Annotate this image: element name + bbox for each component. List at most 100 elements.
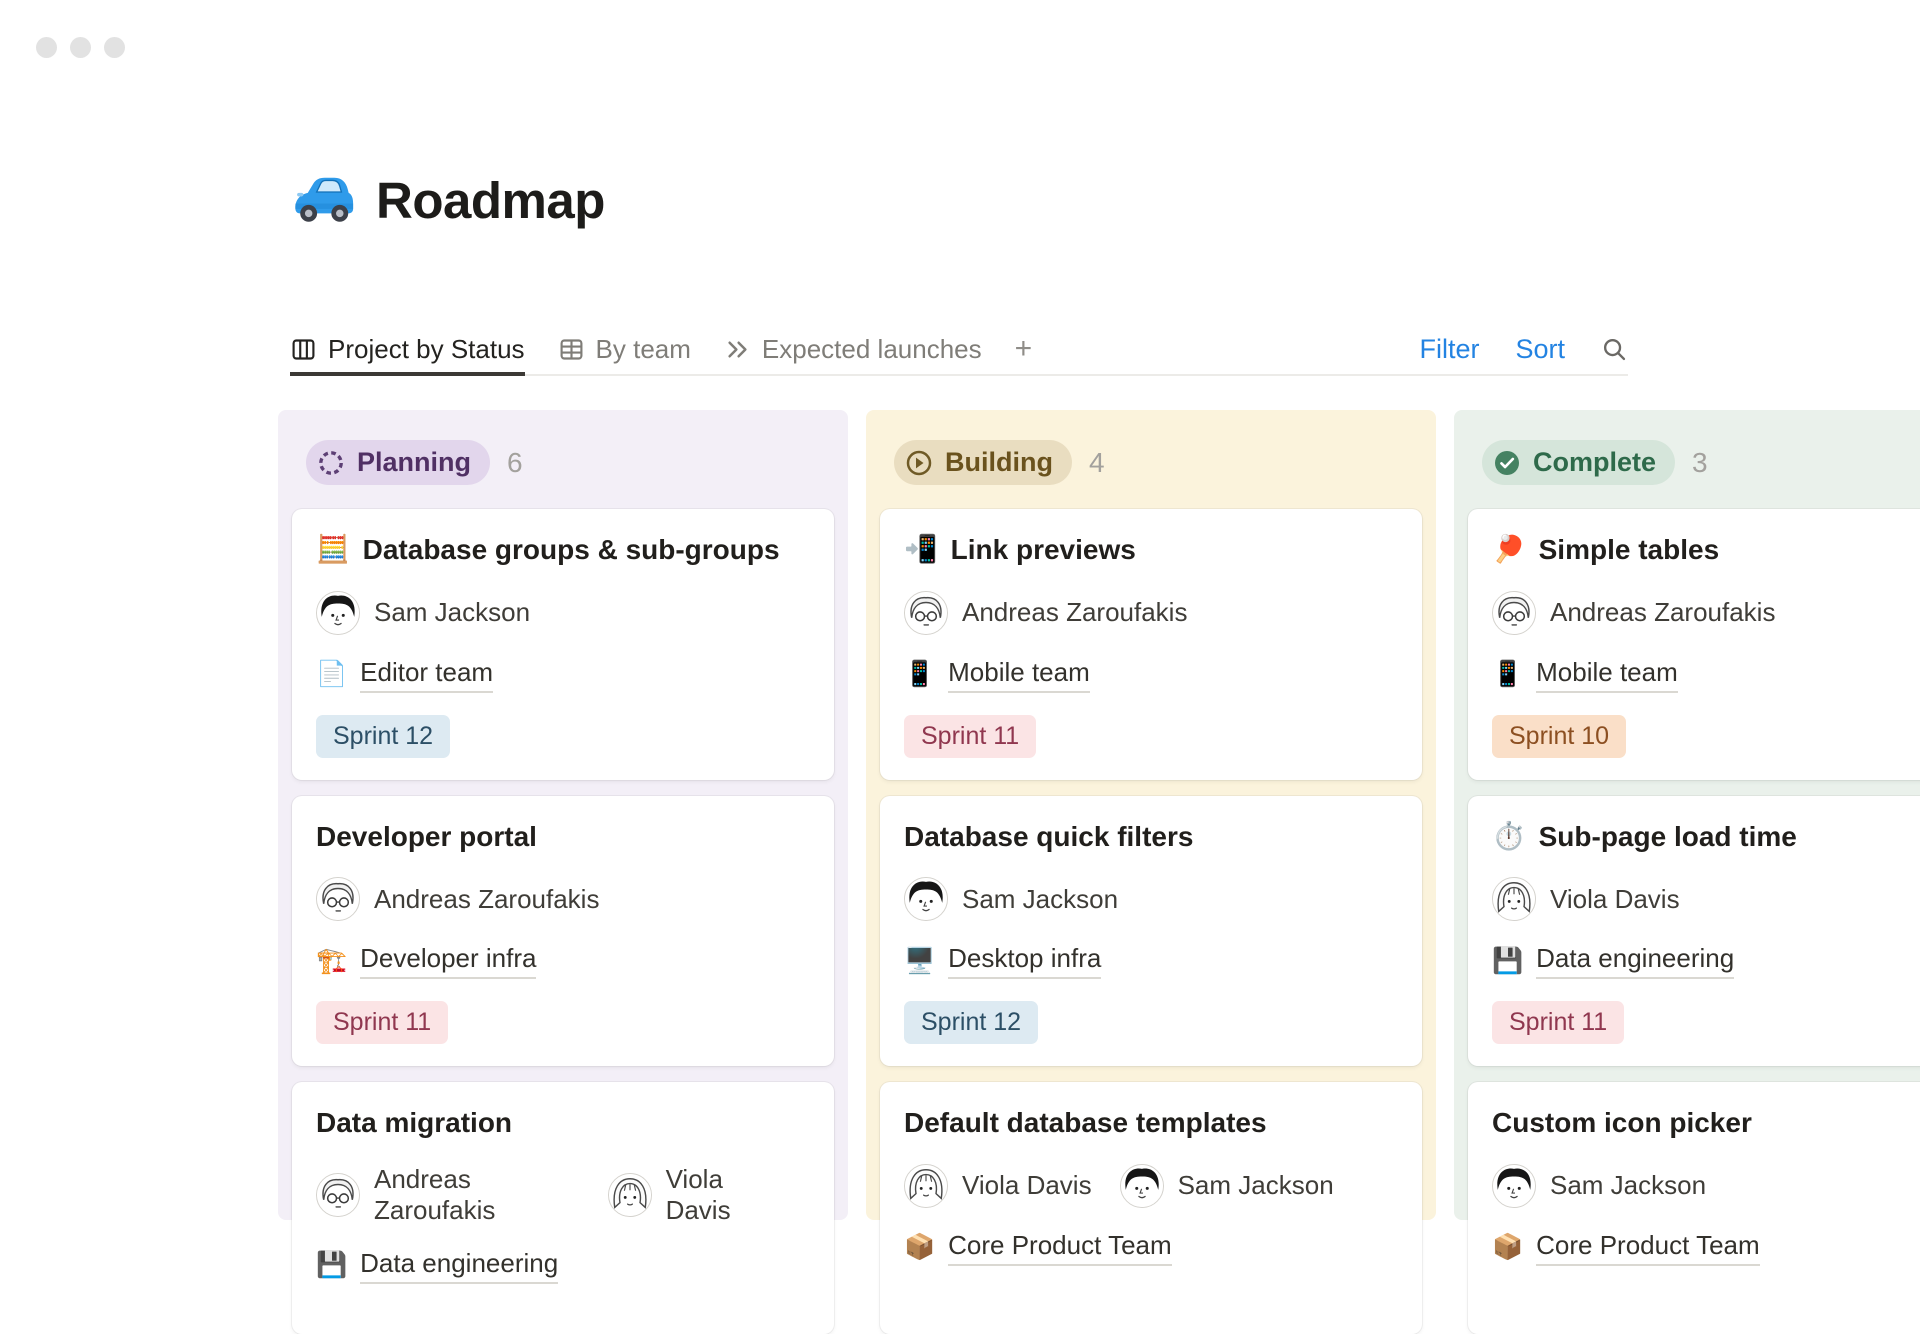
card-custom-icon-picker[interactable]: Custom icon picker Sam Jackson 📦 Core Pr… — [1468, 1082, 1920, 1334]
page-header: Roadmap — [290, 168, 605, 232]
team-link[interactable]: Core Product Team — [948, 1230, 1172, 1266]
window-control-dot[interactable] — [36, 37, 57, 58]
check-circle-icon — [1492, 448, 1522, 478]
sprint-tag: Sprint 10 — [1492, 715, 1626, 758]
column-count: 3 — [1692, 447, 1708, 479]
sprint-tag: Sprint 11 — [904, 715, 1036, 758]
card-developer-portal[interactable]: Developer portal Andreas Zaroufakis 🏗️ D… — [292, 796, 834, 1067]
sprint-tag: Sprint 12 — [316, 715, 450, 758]
card-title: Default database templates — [904, 1106, 1267, 1140]
avatar-andreas-zaroufakis — [904, 591, 948, 635]
tab-expected-launches[interactable]: Expected launches — [724, 322, 982, 376]
floppy-disk-emoji-icon: 💾 — [316, 1253, 347, 1278]
team-link[interactable]: Data engineering — [360, 1248, 558, 1284]
card-database-quick-filters[interactable]: Database quick filters Sam Jackson 🖥️ De… — [880, 796, 1422, 1067]
page-emoji-icon: 📄 — [316, 662, 347, 687]
person-name: Sam Jackson — [1178, 1170, 1334, 1201]
stopwatch-emoji-icon: ⏱️ — [1492, 823, 1526, 850]
chevrons-right-icon — [724, 336, 751, 363]
person-name: Viola Davis — [962, 1170, 1092, 1201]
person-chip: Viola Davis — [1492, 877, 1680, 921]
window-control-dot[interactable] — [104, 37, 125, 58]
person-chip: Sam Jackson — [904, 877, 1118, 921]
card-title: Database quick filters — [904, 820, 1193, 854]
team-link[interactable]: Editor team — [360, 657, 493, 693]
person-name: Andreas Zaroufakis — [1550, 597, 1775, 628]
person-chip: Andreas Zaroufakis — [316, 877, 599, 921]
card-title: Simple tables — [1539, 533, 1720, 567]
team-link[interactable]: Desktop infra — [948, 943, 1101, 979]
team-link[interactable]: Mobile team — [1536, 657, 1678, 693]
sort-button[interactable]: Sort — [1515, 334, 1565, 365]
status-badge-planning[interactable]: Planning — [306, 440, 490, 485]
card-title: Link previews — [951, 533, 1136, 567]
person-name: Andreas Zaroufakis — [374, 1164, 580, 1226]
column-count: 6 — [507, 447, 523, 479]
card-sub-page-load-time[interactable]: ⏱️ Sub-page load time Viola Davis 💾 Data… — [1468, 796, 1920, 1067]
column-header: Building 4 — [894, 440, 1422, 485]
phone-with-arrow-emoji-icon: 📲 — [904, 536, 938, 563]
abacus-emoji-icon: 🧮 — [316, 536, 350, 563]
person-chip: Viola Davis — [608, 1164, 782, 1226]
card-title: Data migration — [316, 1106, 512, 1140]
tab-by-team[interactable]: By team — [558, 322, 691, 376]
column-building: Building 4 📲 Link previews Andreas Zarou… — [866, 410, 1436, 1220]
person-chip: Viola Davis — [904, 1164, 1092, 1208]
card-title: Sub-page load time — [1539, 820, 1797, 854]
person-chip: Sam Jackson — [316, 591, 530, 635]
person-name: Viola Davis — [1550, 884, 1680, 915]
dashed-circle-icon — [316, 448, 346, 478]
person-chip: Sam Jackson — [1120, 1164, 1334, 1208]
sprint-tag: Sprint 11 — [316, 1001, 448, 1044]
add-view-button[interactable]: + — [1015, 322, 1033, 376]
active-tab-underline — [290, 372, 525, 376]
avatar-andreas-zaroufakis — [1492, 591, 1536, 635]
column-count: 4 — [1089, 447, 1105, 479]
person-chip: Andreas Zaroufakis — [316, 1164, 580, 1226]
person-name: Andreas Zaroufakis — [374, 884, 599, 915]
avatar-viola-davis — [904, 1164, 948, 1208]
column-planning: Planning 6 🧮 Database groups & sub-group… — [278, 410, 848, 1220]
column-header: Complete 3 — [1482, 440, 1920, 485]
team-link[interactable]: Developer infra — [360, 943, 536, 979]
mobile-phone-emoji-icon: 📱 — [904, 662, 935, 687]
mobile-phone-emoji-icon: 📱 — [1492, 662, 1523, 687]
tab-project-by-status[interactable]: Project by Status — [290, 322, 525, 376]
sprint-tag: Sprint 12 — [904, 1001, 1038, 1044]
avatar-sam-jackson — [1120, 1164, 1164, 1208]
desktop-computer-emoji-icon: 🖥️ — [904, 949, 935, 974]
team-link[interactable]: Data engineering — [1536, 943, 1734, 979]
avatar-sam-jackson — [316, 591, 360, 635]
card-default-database-templates[interactable]: Default database templates Viola Davis S… — [880, 1082, 1422, 1334]
package-emoji-icon: 📦 — [1492, 1235, 1523, 1260]
column-complete: Complete 3 🏓 Simple tables Andreas Zarou… — [1454, 410, 1920, 1220]
crane-emoji-icon: 🏗️ — [316, 949, 347, 974]
team-link[interactable]: Core Product Team — [1536, 1230, 1760, 1266]
person-name: Sam Jackson — [962, 884, 1118, 915]
search-button[interactable] — [1601, 336, 1628, 363]
team-link[interactable]: Mobile team — [948, 657, 1090, 693]
view-switcher-bar: Project by Status By team Expected launc… — [290, 322, 1628, 376]
status-badge-complete[interactable]: Complete — [1482, 440, 1675, 485]
card-data-migration[interactable]: Data migration Andreas Zaroufakis Viola … — [292, 1082, 834, 1334]
board-view-icon — [290, 336, 317, 363]
package-emoji-icon: 📦 — [904, 1235, 935, 1260]
person-name: Sam Jackson — [1550, 1170, 1706, 1201]
person-chip: Andreas Zaroufakis — [1492, 591, 1775, 635]
sprint-tag: Sprint 11 — [1492, 1001, 1624, 1044]
card-link-previews[interactable]: 📲 Link previews Andreas Zaroufakis 📱 Mob… — [880, 509, 1422, 780]
card-database-groups[interactable]: 🧮 Database groups & sub-groups Sam Jacks… — [292, 509, 834, 780]
person-name: Viola Davis — [666, 1164, 782, 1226]
page-title: Roadmap — [376, 171, 605, 230]
table-view-icon — [558, 336, 585, 363]
person-name: Sam Jackson — [374, 597, 530, 628]
filter-button[interactable]: Filter — [1419, 334, 1479, 365]
window-controls[interactable] — [36, 37, 125, 58]
plus-icon: + — [1015, 332, 1033, 366]
blue-car-emoji-icon — [290, 168, 354, 232]
status-badge-building[interactable]: Building — [894, 440, 1072, 485]
window-control-dot[interactable] — [70, 37, 91, 58]
kanban-board: Planning 6 🧮 Database groups & sub-group… — [278, 410, 1920, 1220]
card-simple-tables[interactable]: 🏓 Simple tables Andreas Zaroufakis 📱 Mob… — [1468, 509, 1920, 780]
avatar-sam-jackson — [1492, 1164, 1536, 1208]
